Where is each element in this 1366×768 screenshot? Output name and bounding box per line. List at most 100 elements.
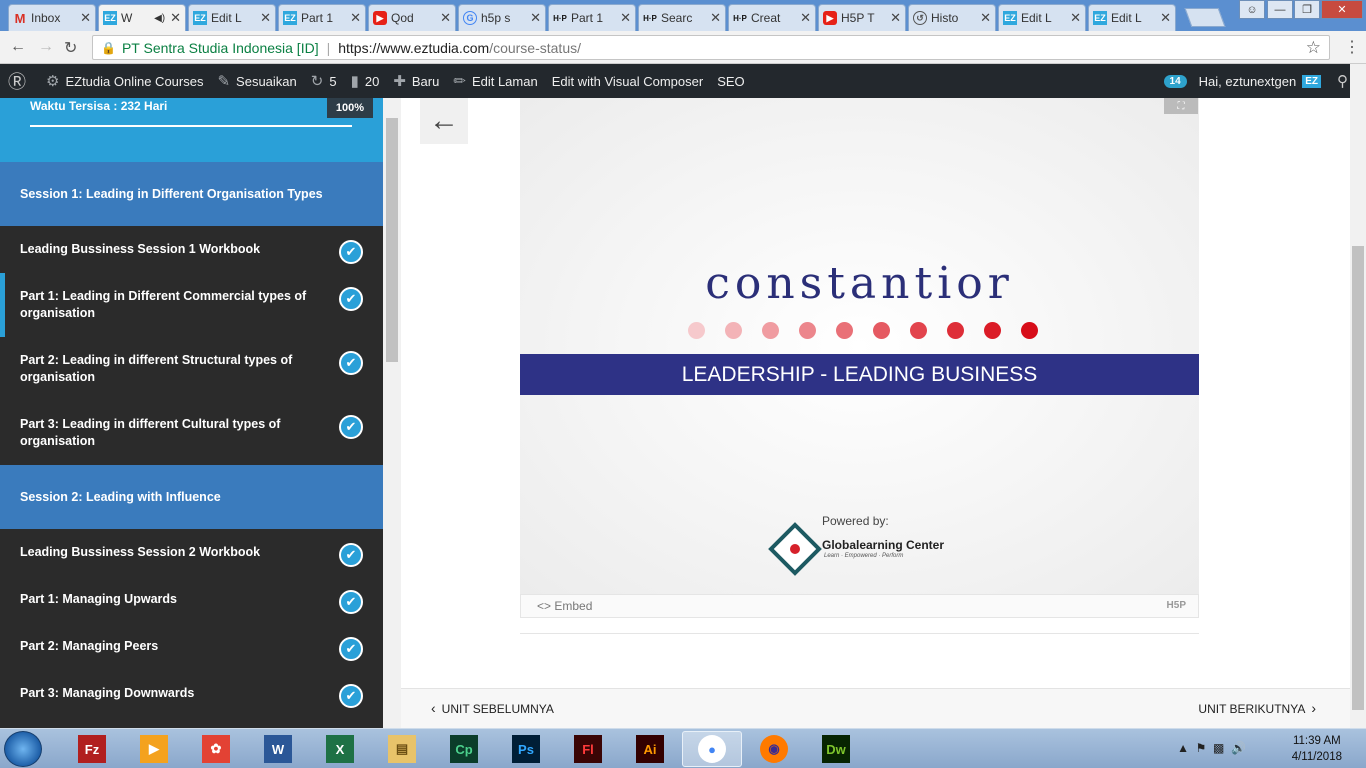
taskbar-app-chrome[interactable]: ● (682, 731, 742, 767)
close-tab-icon[interactable]: ✕ (710, 10, 721, 26)
curriculum-unit[interactable]: Part 1: Managing Upwards (0, 576, 383, 623)
check-icon: ✔ (339, 684, 363, 708)
wordpress-logo-icon[interactable]: Ⓡ (8, 68, 32, 94)
browser-tab[interactable]: EZ Edit L ✕ (1088, 4, 1176, 31)
session-heading[interactable]: Session 2: Leading with Influence (0, 465, 383, 529)
logo-dots (688, 322, 1058, 339)
close-tab-icon[interactable]: ✕ (1070, 10, 1081, 26)
progress-percent: 100% (327, 98, 373, 118)
browser-tab[interactable]: EZ Edit L ✕ (998, 4, 1086, 31)
browser-tab[interactable]: EZ Edit L ✕ (188, 4, 276, 31)
system-tray-icons[interactable]: ▲ ⚑ ▩ 🔊 (1177, 741, 1246, 755)
close-tab-icon[interactable]: ✕ (620, 10, 631, 26)
tab-title: Inbox (31, 11, 61, 25)
user-profile-icon[interactable]: ☺ (1239, 0, 1265, 19)
browser-tab[interactable]: EZ Part 1 ✕ (278, 4, 366, 31)
close-tab-icon[interactable]: ✕ (980, 10, 991, 26)
forward-nav-icon[interactable]: → (38, 38, 54, 56)
browser-tab[interactable]: ▶ Qod ✕ (368, 4, 456, 31)
page-scroll-thumb[interactable] (1352, 246, 1364, 710)
admin-new-link[interactable]: ✚ Baru (393, 72, 439, 90)
back-nav-icon[interactable]: ← (10, 38, 26, 56)
user-avatar[interactable]: EZ (1302, 74, 1321, 88)
close-tab-icon[interactable]: ✕ (440, 10, 451, 26)
close-tab-icon[interactable]: ✕ (170, 10, 181, 26)
curriculum-unit-active[interactable]: Part 1: Leading in Different Commercial … (0, 273, 383, 337)
bookmark-star-icon[interactable]: ☆ (1306, 38, 1321, 58)
browser-menu-icon[interactable]: ⋮ (1344, 37, 1360, 57)
taskbar-app-dreamweaver[interactable]: Dw (806, 731, 866, 767)
url-input[interactable]: 🔒 PT Sentra Studia Indonesia [ID] | http… (92, 35, 1330, 60)
next-unit-label: UNIT BERIKUTNYA (1198, 702, 1306, 716)
close-tab-icon[interactable]: ✕ (800, 10, 811, 26)
browser-tab[interactable]: Gh5p s ✕ (458, 4, 546, 31)
reload-icon[interactable]: ↻ (64, 38, 77, 58)
browser-tab[interactable]: ↺ Histo ✕ (908, 4, 996, 31)
admin-updates-link[interactable]: ↻ 5 (311, 72, 337, 90)
admin-visual-composer-link[interactable]: Edit with Visual Composer (552, 74, 704, 89)
browser-tab[interactable]: H·P Part 1 ✕ (548, 4, 636, 31)
close-tab-icon[interactable]: ✕ (890, 10, 901, 26)
close-tab-icon[interactable]: ✕ (260, 10, 271, 26)
youtube-icon: ▶ (373, 11, 387, 25)
admin-seo-link[interactable]: SEO (717, 74, 744, 89)
admin-comments-link[interactable]: ▮ 20 (351, 72, 380, 90)
ez-icon: EZ (1003, 11, 1017, 25)
taskbar-app-media-player[interactable]: ▶ (124, 731, 184, 767)
browser-tab[interactable]: EZ W ◀) ✕ (98, 4, 186, 31)
curriculum-unit[interactable]: Part 2: Leading in different Structural … (0, 337, 383, 401)
taskbar-clock[interactable]: 11:39 AM 4/11/2018 (1292, 733, 1342, 765)
minimize-icon[interactable]: — (1267, 0, 1293, 19)
admin-greeting[interactable]: Hai, eztunextgen (1199, 74, 1297, 89)
curriculum-unit[interactable]: Leading Bussiness Session 2 Workbook (0, 529, 383, 576)
embed-button[interactable]: <> Embed (537, 599, 592, 613)
session-heading[interactable]: Session 1: Leading in Different Organisa… (0, 162, 383, 226)
unit-title: Part 1: Managing Upwards (20, 592, 177, 606)
browser-tab-strip: M Inbox ✕ EZ W ◀) ✕ EZ Edit L ✕ EZ Part 1 ✕ ▶ Qod ✕ Gh5p… (0, 0, 1366, 31)
back-arrow-button[interactable]: ← (420, 98, 468, 144)
start-button[interactable] (4, 731, 42, 767)
admin-edit-page-link[interactable]: ✏ Edit Laman (453, 72, 537, 90)
new-tab-button[interactable] (1184, 8, 1226, 27)
taskbar-app-illustrator[interactable]: Ai (620, 731, 680, 767)
curriculum-unit[interactable]: Part 3: Leading in different Cultural ty… (0, 401, 383, 465)
windows-taskbar: Fz ▶ ✿ W X ▤ Cp Ps Fl Ai ● ◉ Dw ▲ ⚑ ▩ 🔊 11:39 AM 4/1… (0, 728, 1366, 768)
h5p-presentation-slide[interactable]: constantior LEADERSHIP - LEADING BUSINES… (520, 98, 1199, 594)
tab-title: Part 1 (571, 11, 604, 25)
admin-site-link[interactable]: ⚙ EZtudia Online Courses (46, 72, 203, 90)
sidebar-scroll-thumb[interactable] (386, 118, 398, 362)
search-icon[interactable]: ⚲ (1337, 72, 1348, 90)
taskbar-app-excel[interactable]: X (310, 731, 370, 767)
restore-icon[interactable]: ❐ (1294, 0, 1320, 19)
taskbar-app-explorer[interactable]: ▤ (372, 731, 432, 767)
browser-tab[interactable]: H·P Searc ✕ (638, 4, 726, 31)
audio-playing-icon[interactable]: ◀) (154, 13, 165, 24)
close-tab-icon[interactable]: ✕ (530, 10, 541, 26)
taskbar-app-flash[interactable]: Fl (558, 731, 618, 767)
next-unit-link[interactable]: UNIT BERIKUTNYA › (1198, 700, 1316, 716)
curriculum-unit[interactable]: Part 3: Managing Downwards (0, 670, 383, 717)
firefox-icon: ◉ (760, 735, 788, 763)
taskbar-app-firefox[interactable]: ◉ (744, 731, 804, 767)
close-tab-icon[interactable]: ✕ (1160, 10, 1171, 26)
curriculum-unit[interactable]: Leading Bussiness Session 1 Workbook (0, 226, 383, 273)
taskbar-app-photoshop[interactable]: Ps (496, 731, 556, 767)
taskbar-app-captivate[interactable]: Cp (434, 731, 494, 767)
prev-unit-link[interactable]: ‹ UNIT SEBELUMNYA (431, 700, 554, 716)
taskbar-app-word[interactable]: W (248, 731, 308, 767)
close-window-icon[interactable]: ✕ (1321, 0, 1363, 19)
close-tab-icon[interactable]: ✕ (350, 10, 361, 26)
browser-tab[interactable]: H·P Creat ✕ (728, 4, 816, 31)
close-tab-icon[interactable]: ✕ (80, 10, 91, 26)
fullscreen-icon[interactable]: ⛶ (1164, 98, 1198, 114)
taskbar-app-app-red[interactable]: ✿ (186, 731, 246, 767)
notification-badge[interactable]: 14 (1163, 74, 1187, 88)
browser-tab[interactable]: ▶ H5P T ✕ (818, 4, 906, 31)
comment-icon: ▮ (350, 73, 359, 90)
logo-dot (873, 322, 890, 339)
curriculum-unit[interactable]: Part 2: Managing Peers (0, 623, 383, 670)
admin-customize-link[interactable]: ✎ Sesuaikan (217, 72, 296, 90)
browser-tab[interactable]: M Inbox ✕ (8, 4, 96, 31)
h5p-logo[interactable]: H5P (1167, 600, 1186, 611)
taskbar-app-filezilla[interactable]: Fz (62, 731, 122, 767)
